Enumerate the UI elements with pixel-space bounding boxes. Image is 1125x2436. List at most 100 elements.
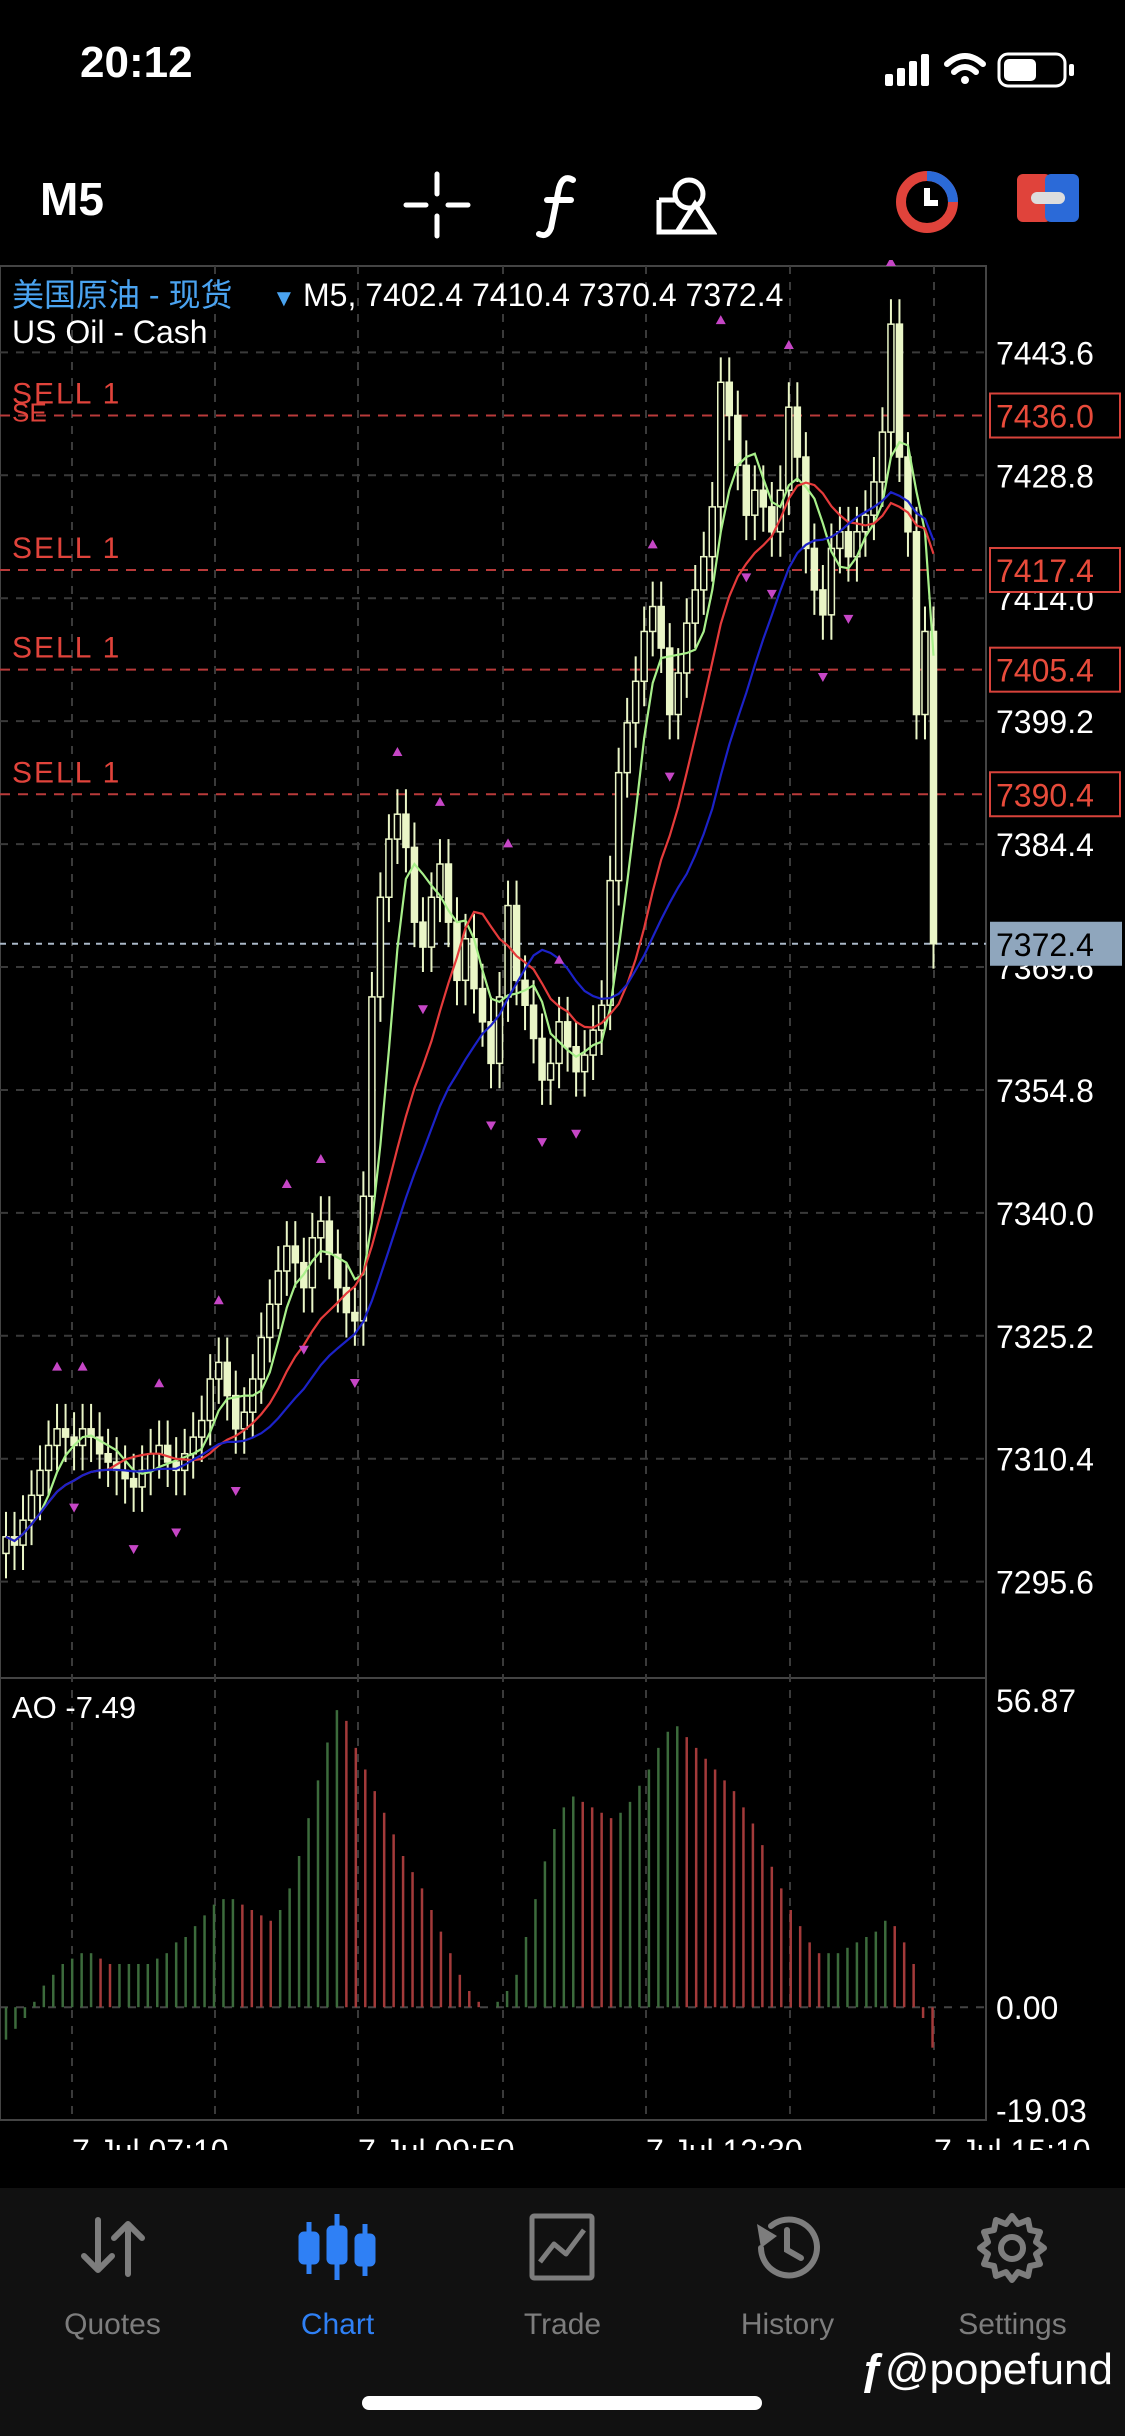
- candle-body: [887, 323, 895, 433]
- candle-body: [572, 1046, 580, 1073]
- time-tick-label: 7 Jul 12:30: [646, 2133, 803, 2150]
- price-tick-label: 7325.2: [996, 1319, 1094, 1355]
- fractal-up: [281, 1178, 292, 1188]
- candle-body: [878, 431, 887, 483]
- tab-settings[interactable]: Settings: [900, 2208, 1125, 2358]
- fractal-down: [486, 1121, 497, 1131]
- tab-trade[interactable]: Trade: [450, 2208, 675, 2358]
- fractal-up: [503, 838, 514, 848]
- price-tick-label: 7399.2: [996, 704, 1094, 740]
- candle-body: [2, 1536, 10, 1555]
- ma-mid-line: [5, 481, 935, 1543]
- tab-label: Settings: [958, 2308, 1067, 2341]
- order-label-extra: SE: [12, 398, 47, 428]
- order-label: SELL 1: [12, 532, 121, 565]
- tab-chart[interactable]: Chart: [225, 2208, 450, 2358]
- ao-scale-label: -19.03: [996, 2093, 1087, 2129]
- candle-body: [785, 406, 793, 492]
- candle-body: [495, 996, 504, 1065]
- fractals: [52, 260, 896, 1555]
- candle-body: [129, 1477, 138, 1488]
- fractal-up: [434, 796, 445, 806]
- candle-body: [53, 1428, 61, 1447]
- candle-body: [861, 514, 870, 533]
- candle-body: [410, 846, 419, 923]
- account-logo-icon[interactable]: [895, 170, 959, 239]
- fractal-down: [571, 1129, 582, 1139]
- fractal-down: [741, 573, 752, 583]
- fractal-down: [417, 1005, 428, 1015]
- fractal-up: [715, 315, 726, 325]
- candle-body: [512, 904, 521, 982]
- candle-body: [538, 1037, 546, 1081]
- candle-body: [844, 531, 853, 558]
- candle-body: [691, 589, 699, 624]
- time-tick-label: 7 Jul 09:50: [358, 2133, 515, 2150]
- symbol-dropdown-icon: ▼: [272, 285, 296, 312]
- fractal-down: [664, 772, 675, 782]
- price-tick-label: 7354.8: [996, 1073, 1094, 1109]
- fractal-up: [315, 1154, 326, 1164]
- watermark: ƒ@popefund: [860, 2345, 1113, 2395]
- order-price-label: 7417.4: [996, 553, 1094, 589]
- status-icons: [885, 48, 1085, 97]
- tab-history[interactable]: History: [675, 2208, 900, 2358]
- candle-body: [240, 1411, 249, 1430]
- trade-mode-icon[interactable]: [1015, 170, 1081, 231]
- history-icon: [757, 2216, 820, 2279]
- candles: [2, 299, 938, 1579]
- ao-scale-label: 56.87: [996, 1683, 1076, 1719]
- tab-label: Quotes: [64, 2308, 161, 2341]
- candle-body: [266, 1303, 274, 1339]
- candle-body: [206, 1378, 214, 1422]
- candle-body: [895, 323, 904, 458]
- candle-body: [368, 996, 376, 1198]
- objects-icon[interactable]: [655, 170, 718, 245]
- candle-body: [597, 1004, 606, 1031]
- candle-body: [36, 1469, 44, 1497]
- candle-body: [393, 813, 402, 840]
- indicators-icon[interactable]: [535, 170, 585, 245]
- wifi-icon: [944, 53, 986, 84]
- candle-body: [827, 547, 836, 616]
- tab-quotes[interactable]: Quotes: [0, 2208, 225, 2358]
- candle-body: [699, 555, 708, 591]
- order-price-label: 7436.0: [996, 399, 1094, 435]
- fractal-down: [843, 614, 854, 624]
- chart-icon: [298, 2214, 376, 2280]
- signal-icon: [885, 54, 929, 86]
- fractal-down: [171, 1528, 182, 1538]
- timeframe-button[interactable]: M5: [40, 172, 104, 226]
- candle-body: [717, 381, 725, 508]
- candle-body: [529, 1004, 538, 1040]
- candle-body: [708, 506, 717, 558]
- price-chart[interactable]: SELL 1SELL 1SELL 1SELL 1SE 7443.67428.87…: [0, 260, 1125, 2150]
- order-price-label: 7405.4: [996, 653, 1094, 689]
- candle-body: [870, 481, 878, 516]
- candle-body: [155, 1444, 163, 1455]
- fractal-up: [647, 539, 658, 549]
- symbol-name-cn: 美国原油 - 现货: [12, 277, 232, 313]
- facebook-icon: ƒ: [860, 2345, 885, 2394]
- candle-body: [376, 896, 385, 998]
- fractal-down: [128, 1545, 139, 1555]
- crosshair-icon[interactable]: [402, 170, 472, 245]
- price-tick-label: 7340.0: [996, 1196, 1094, 1232]
- candle-body: [665, 647, 674, 716]
- candle-body: [674, 672, 682, 716]
- status-bar: 20:12: [0, 0, 1125, 140]
- price-tick-label: 7384.4: [996, 827, 1094, 863]
- candle-body: [27, 1494, 36, 1521]
- candle-body: [419, 921, 427, 948]
- chart-toolbar: M5: [0, 150, 1125, 250]
- candle-body: [793, 406, 802, 458]
- symbol-name-en: US Oil - Cash: [12, 314, 208, 350]
- candle-body: [589, 1029, 597, 1056]
- candle-body: [274, 1270, 283, 1305]
- candle-body: [819, 589, 827, 616]
- price-tick-label: 7428.8: [996, 458, 1094, 494]
- ma-slow-line: [5, 490, 935, 1543]
- battery-icon: [997, 52, 1074, 88]
- candle-body: [163, 1444, 172, 1463]
- candle-body: [44, 1444, 53, 1472]
